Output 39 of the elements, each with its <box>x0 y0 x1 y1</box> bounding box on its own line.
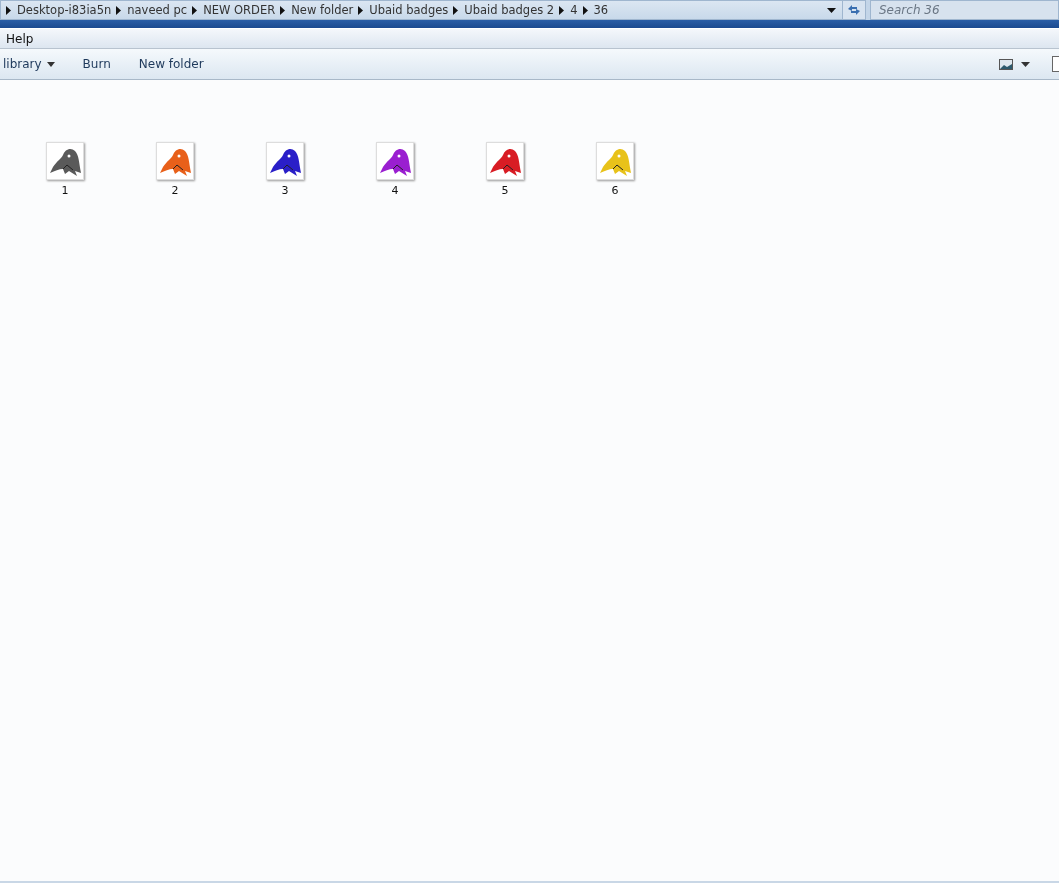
chevron-icon[interactable] <box>582 5 588 15</box>
breadcrumb-item[interactable]: 36 <box>593 3 609 17</box>
bird-thumbnail[interactable] <box>266 142 304 180</box>
breadcrumb-item[interactable]: New folder <box>291 3 354 17</box>
chevron-icon[interactable] <box>358 5 364 15</box>
breadcrumb-item[interactable]: 4 <box>570 3 578 17</box>
chevron-icon[interactable] <box>116 5 122 15</box>
chevron-icon[interactable] <box>559 5 565 15</box>
file-name[interactable]: 5 <box>501 184 509 197</box>
toolbar-button[interactable]: Burn <box>68 57 125 71</box>
address-bar[interactable]: Desktop-i83ia5n naveed pc NEW ORDER New folder Ubaid badges Ubaid badges 2 4 36 <box>0 0 843 20</box>
preview-pane-button[interactable] <box>1052 56 1059 72</box>
file-name[interactable]: 1 <box>61 184 69 197</box>
breadcrumb-item[interactable]: Desktop-i83ia5n <box>17 3 112 17</box>
view-options-icon[interactable] <box>999 58 1013 70</box>
search-field[interactable]: Search 36 <box>870 0 1059 20</box>
chevron-icon[interactable] <box>453 5 459 15</box>
menu-item[interactable]: Help <box>6 31 34 46</box>
toolbar-dropdown[interactable]: library <box>0 57 69 71</box>
chevron-icon[interactable] <box>192 5 198 15</box>
file-name[interactable]: 4 <box>391 184 399 197</box>
chevron-icon[interactable] <box>280 5 286 15</box>
toolbar-button[interactable]: New folder <box>124 57 218 71</box>
bird-thumbnail[interactable] <box>486 142 524 180</box>
file-name[interactable]: 3 <box>281 184 289 197</box>
breadcrumb-item[interactable]: Ubaid badges 2 <box>464 3 555 17</box>
caret-icon[interactable] <box>46 61 55 67</box>
bird-thumbnail[interactable] <box>46 142 84 180</box>
bird-thumbnail[interactable] <box>596 142 634 180</box>
chevron-icon[interactable] <box>6 5 11 15</box>
caret-icon[interactable] <box>1021 61 1030 67</box>
dropdown-caret-icon[interactable] <box>827 7 836 13</box>
bird-thumbnail[interactable] <box>156 142 194 180</box>
breadcrumb-item[interactable]: Ubaid badges <box>369 3 449 17</box>
file-name[interactable]: 2 <box>171 184 179 197</box>
file-name[interactable]: 6 <box>611 184 619 197</box>
breadcrumb-item[interactable]: NEW ORDER <box>203 3 276 17</box>
bird-thumbnail[interactable] <box>376 142 414 180</box>
breadcrumb-item[interactable]: naveed pc <box>127 3 188 17</box>
